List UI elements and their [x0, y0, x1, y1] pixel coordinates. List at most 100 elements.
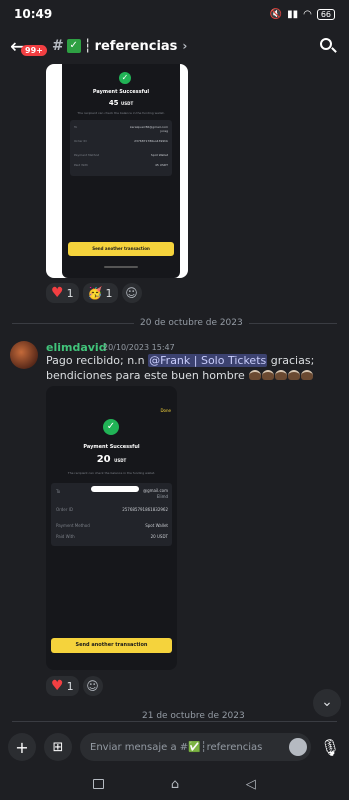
smiley-icon: ☺ — [125, 286, 138, 300]
coffee-emoji-icon — [288, 370, 301, 380]
channel-title[interactable]: # ✓ ┆ referencias › — [52, 38, 187, 54]
avatar[interactable] — [10, 341, 38, 369]
coffee-emoji-icon — [301, 370, 314, 380]
recents-icon[interactable] — [93, 779, 105, 789]
date-divider-label-2: 21 de octubre de 2023 — [136, 711, 251, 721]
reaction-heart[interactable]: ♥ 1 — [46, 283, 79, 303]
amount-unit: USDT — [114, 458, 127, 463]
detail-label: Order ID — [56, 507, 73, 512]
detail-value: 20 USDT — [150, 534, 168, 539]
amount-value: 45 — [108, 99, 119, 107]
detail-label: Paid With — [56, 534, 75, 539]
detail-label: To — [56, 489, 61, 494]
detail-value: keralquarr86@gmail.com jorag — [130, 125, 168, 133]
heart-icon: ♥ — [51, 678, 64, 694]
home-indicator — [104, 266, 138, 268]
amount-unit: USDT — [121, 101, 134, 106]
party-face-icon: 🥳 — [87, 286, 103, 300]
date-divider-label-1: 20 de octubre de 2023 — [134, 318, 249, 328]
message-input-placeholder: Enviar mensaje a #✅┆referencias — [90, 741, 263, 753]
battery-icon: 66 — [316, 8, 335, 20]
voice-message-button[interactable]: 🎙 — [319, 738, 341, 757]
add-reaction-button[interactable]: ☺ — [82, 676, 103, 696]
wifi-icon: ◠ — [303, 8, 312, 20]
detail-value: Spot Wallet — [150, 153, 168, 157]
heart-icon: ♥ — [51, 285, 64, 301]
detail-value: 45 USDT — [154, 163, 168, 167]
add-reaction-button[interactable]: ☺ — [121, 283, 142, 303]
payment-amount: 20 USDT — [46, 454, 177, 465]
reactions-row-2: ♥ 1 ☺ — [46, 676, 103, 696]
jump-to-bottom-button[interactable]: ⌄ — [313, 689, 341, 717]
payment-amount: 45 USDT — [62, 99, 180, 107]
success-check-icon: ✓ — [119, 72, 131, 84]
mute-icon: 🔇 — [269, 8, 283, 20]
add-attachment-button[interactable]: + — [8, 733, 36, 761]
message-composer: + ⊞ Enviar mensaje a #✅┆referencias 🎙 — [0, 730, 349, 764]
reaction-party[interactable]: 🥳 1 — [82, 283, 118, 303]
detail-value: @gmail.com — [143, 488, 168, 493]
coffee-emoji-icon — [262, 370, 275, 380]
hash-icon: # — [52, 38, 64, 54]
smiley-icon: ☺ — [86, 679, 99, 693]
microphone-icon: 🎙 — [319, 737, 341, 757]
reactions-row-1: ♥ 1 🥳 1 ☺ — [46, 283, 142, 303]
payment-title: Payment Successful — [92, 89, 150, 95]
back-button[interactable]: ← 99+ — [10, 34, 47, 58]
status-icons: 🔇 ▮▮ ◠ 66 — [269, 8, 335, 20]
amount-value: 20 — [96, 454, 111, 465]
detail-label: Paid With — [74, 163, 89, 167]
detail-value: 2376871786so4399hb — [134, 139, 168, 143]
chevron-down-icon: ⌄ — [321, 694, 333, 710]
detail-label: Payment Method — [56, 523, 90, 528]
plus-icon: + — [15, 737, 29, 757]
channel-header: ← 99+ # ✓ ┆ referencias › — [0, 28, 349, 64]
done-label: Done — [160, 408, 171, 413]
channel-separator: ┆ — [83, 38, 92, 54]
details-panel: To @gmail.com Elimd Order ID 25768579186… — [51, 483, 172, 546]
send-another-button: Send another transaction — [68, 242, 174, 256]
image-artifact — [46, 129, 48, 131]
payment-title: Payment Successful — [83, 444, 140, 450]
payment-note: The recipient can check the balance in t… — [67, 471, 156, 475]
gift-icon: ⊞ — [52, 739, 64, 755]
message-timestamp: 20/10/2023 15:47 — [103, 343, 175, 352]
check-icon: ✓ — [66, 39, 81, 53]
date-divider-2 — [12, 721, 337, 722]
coffee-emoji-icon — [249, 370, 262, 380]
message-content: Pago recibido; n.n @Frank | Solo Tickets… — [46, 353, 336, 383]
reaction-heart[interactable]: ♥ 1 — [46, 676, 79, 696]
reaction-count: 1 — [105, 286, 113, 300]
success-check-icon: ✓ — [103, 419, 119, 435]
details-panel: To keralquarr86@gmail.com jorag Order ID… — [70, 120, 172, 176]
user-mention[interactable]: @Frank | Solo Tickets — [148, 354, 268, 367]
back-triangle-icon[interactable]: ◁ — [246, 777, 256, 792]
emoji-picker-icon[interactable] — [289, 738, 307, 756]
reaction-count: 1 — [66, 679, 74, 693]
system-nav-bar: ⌂ ◁ — [0, 768, 349, 800]
payment-note: The recipient can check the balance in t… — [77, 111, 165, 115]
attachment-image-2[interactable]: Done ✓ Payment Successful 20 USDT The re… — [46, 386, 177, 670]
attachment-image-1[interactable]: ✓ Payment Successful 45 USDT The recipie… — [46, 64, 188, 278]
home-icon[interactable]: ⌂ — [171, 777, 179, 792]
search-button[interactable] — [317, 35, 339, 57]
status-time: 10:49 — [14, 7, 53, 21]
detail-label: To — [74, 125, 78, 129]
payment-receipt-1: ✓ Payment Successful 45 USDT The recipie… — [62, 64, 180, 278]
detail-label: Payment Method — [74, 153, 100, 157]
detail-value: 257685791861832962 — [122, 507, 168, 512]
message-text: Pago recibido; n.n — [46, 354, 149, 367]
send-another-button: Send another transaction — [51, 638, 172, 653]
detail-value: Spot Wallet — [145, 523, 168, 528]
reaction-count: 1 — [66, 286, 74, 300]
unread-badge: 99+ — [21, 45, 47, 56]
detail-label: Order ID — [74, 139, 87, 143]
chevron-right-icon: › — [182, 39, 188, 53]
detail-value: Elimd — [156, 494, 168, 499]
channel-name: referencias — [94, 38, 178, 54]
signal-icon: ▮▮ — [287, 8, 299, 20]
status-bar: 10:49 🔇 ▮▮ ◠ 66 — [0, 0, 349, 28]
redacted-mark — [91, 486, 139, 492]
message-input[interactable]: Enviar mensaje a #✅┆referencias — [80, 733, 311, 761]
gift-button[interactable]: ⊞ — [44, 733, 72, 761]
